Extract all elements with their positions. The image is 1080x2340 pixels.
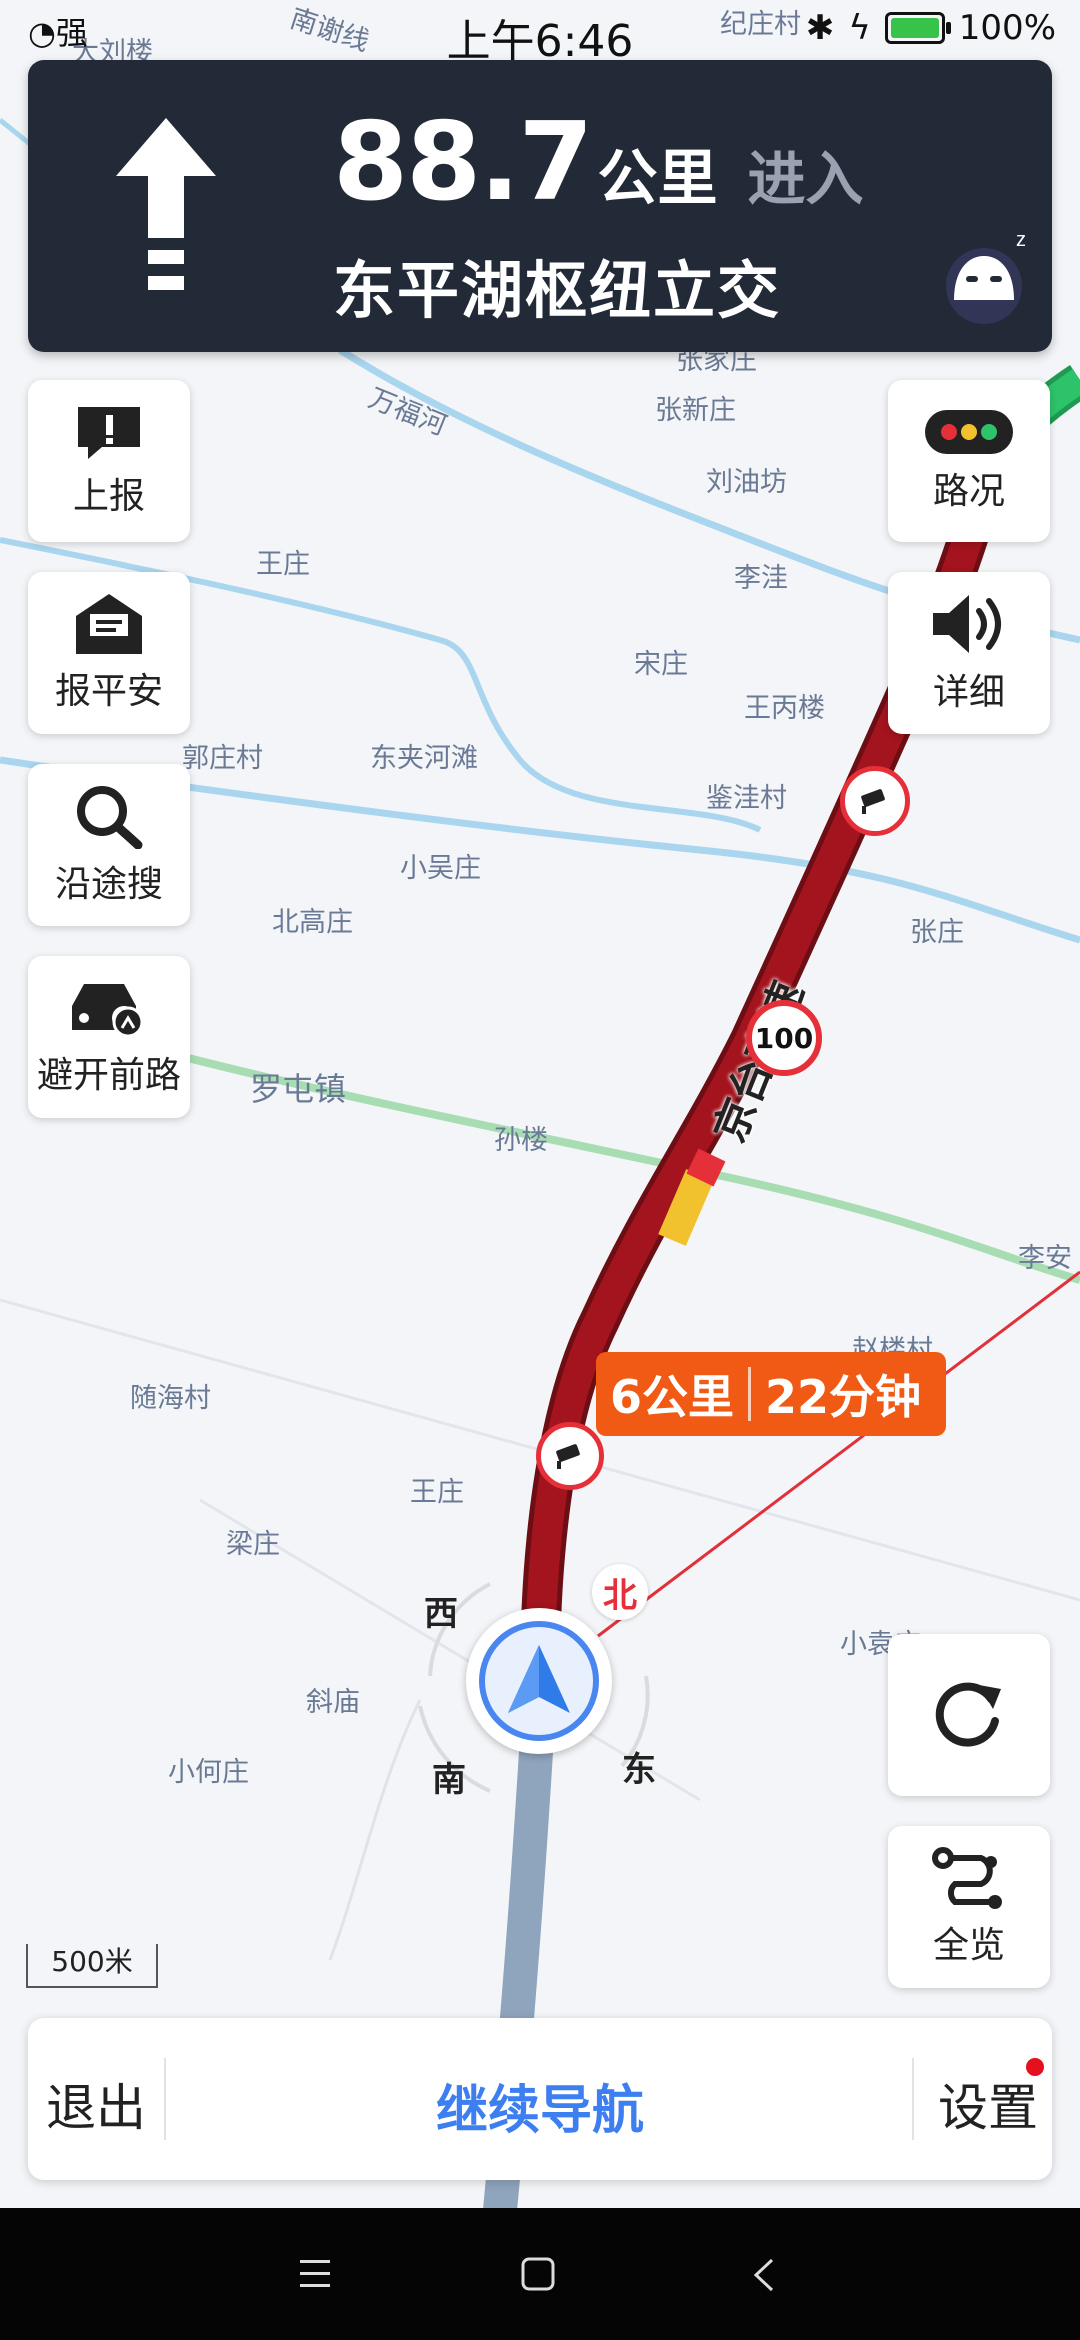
voice-detail-label: 详细 <box>932 672 1005 713</box>
navigation-instruction-card[interactable]: 88.7 公里 进入 东平湖枢纽立交 z <box>28 60 1052 352</box>
menu-icon[interactable] <box>298 2258 332 2290</box>
route-overview-button[interactable]: 全览 <box>888 1826 1050 1988</box>
place-label: 北高庄 <box>272 907 353 938</box>
place-label: 孙楼 <box>494 1125 548 1156</box>
battery-percent: 100% <box>958 8 1056 48</box>
distance-value: 88.7 <box>333 100 593 225</box>
compass-north: 北 <box>592 1564 648 1620</box>
search-icon <box>77 786 143 849</box>
report-safe-button[interactable]: 报平安 <box>28 572 190 734</box>
place-label: 东夹河滩 <box>370 743 478 774</box>
next-road-name: 东平湖枢纽立交 <box>333 254 782 327</box>
speaker-icon <box>933 595 1001 653</box>
system-navigation-bar <box>0 2208 1080 2340</box>
report-label: 上报 <box>72 476 145 517</box>
mail-icon <box>76 594 142 654</box>
route-overview-label: 全览 <box>932 1925 1005 1966</box>
place-label: 小吴庄 <box>400 853 481 884</box>
camera-icon <box>536 1422 604 1490</box>
home-icon[interactable] <box>520 2256 556 2292</box>
speed-limit-sign: 100 <box>746 1000 822 1076</box>
search-along-route-button[interactable]: 沿途搜 <box>28 764 190 926</box>
navigation-arrow-icon <box>508 1645 570 1713</box>
distance-display: 88.7 公里 进入 <box>333 100 863 225</box>
voice-detail-button[interactable]: 详细 <box>888 572 1050 734</box>
battery-icon <box>884 12 951 44</box>
bottom-action-bar: 退出 继续导航 设置 <box>28 2018 1052 2180</box>
traffic-light-icon <box>925 410 1013 454</box>
place-label: 随海村 <box>130 1383 211 1414</box>
report-icon <box>78 407 140 459</box>
maneuver-action: 进入 <box>747 145 864 213</box>
compass-east: 东 <box>622 1750 656 1790</box>
search-along-route-label: 沿途搜 <box>54 864 163 905</box>
traffic-distance: 6公里 <box>610 1370 735 1424</box>
compass-west: 西 <box>424 1594 458 1634</box>
status-right: ✱ ϟ 100% <box>806 8 1056 48</box>
avoid-road-label: 避开前路 <box>36 1055 181 1096</box>
camera-icon <box>840 766 910 836</box>
avoid-road-button[interactable]: 避开前路 <box>28 956 190 1118</box>
avoid-road-icon <box>72 984 144 1038</box>
settings-button[interactable]: 设置 <box>938 2068 1038 2140</box>
place-label: 张新庄 <box>655 395 736 426</box>
place-label: 张庄 <box>910 917 964 948</box>
notification-dot <box>1026 2058 1044 2076</box>
place-label: 刘油坊 <box>706 467 787 498</box>
route-overview-icon <box>932 1847 1002 1909</box>
scale-label: 500米 <box>51 1945 133 1978</box>
place-label: 郭庄村 <box>182 743 263 774</box>
place-label: 宋庄 <box>634 649 688 680</box>
status-bar: ◔强 上午6:46 ✱ ϟ 100% <box>0 0 1080 67</box>
distance-unit: 公里 <box>597 144 718 214</box>
place-label: 罗屯镇 <box>250 1070 347 1108</box>
divider <box>912 2058 914 2140</box>
current-location-marker <box>466 1608 612 1754</box>
refresh-route-button[interactable] <box>888 1634 1050 1796</box>
bubble-divider <box>748 1367 752 1421</box>
place-label: 王庄 <box>256 549 310 580</box>
traffic-button[interactable]: 路况 <box>888 380 1050 542</box>
place-label: 王丙楼 <box>744 693 825 724</box>
charging-icon: ϟ <box>848 8 871 48</box>
bluetooth-icon: ✱ <box>805 8 835 48</box>
scale-bar: 500米 <box>26 1944 158 1988</box>
place-label: 小何庄 <box>168 1757 249 1788</box>
straight-arrow-icon <box>116 118 216 290</box>
report-safe-label: 报平安 <box>54 671 163 712</box>
traffic-label: 路况 <box>932 471 1005 512</box>
place-label: 李洼 <box>734 563 788 594</box>
voice-assistant-icon[interactable]: z <box>938 229 1034 326</box>
continue-navigation-button[interactable]: 继续导航 <box>28 2068 1052 2143</box>
traffic-time: 22分钟 <box>765 1370 922 1424</box>
place-label: 李安 <box>1018 1243 1072 1274</box>
compass-south: 南 <box>432 1760 466 1800</box>
place-label: 王庄 <box>410 1477 464 1508</box>
refresh-icon <box>935 1682 1001 1747</box>
place-label: 斜庙 <box>306 1687 360 1718</box>
back-icon[interactable] <box>752 2256 776 2294</box>
report-button[interactable]: 上报 <box>28 380 190 542</box>
place-label: 梁庄 <box>226 1529 280 1560</box>
place-label: 鉴洼村 <box>706 783 787 814</box>
svg-text:z: z <box>1016 230 1026 251</box>
traffic-info-bubble: 6公里 22分钟 <box>596 1352 946 1436</box>
